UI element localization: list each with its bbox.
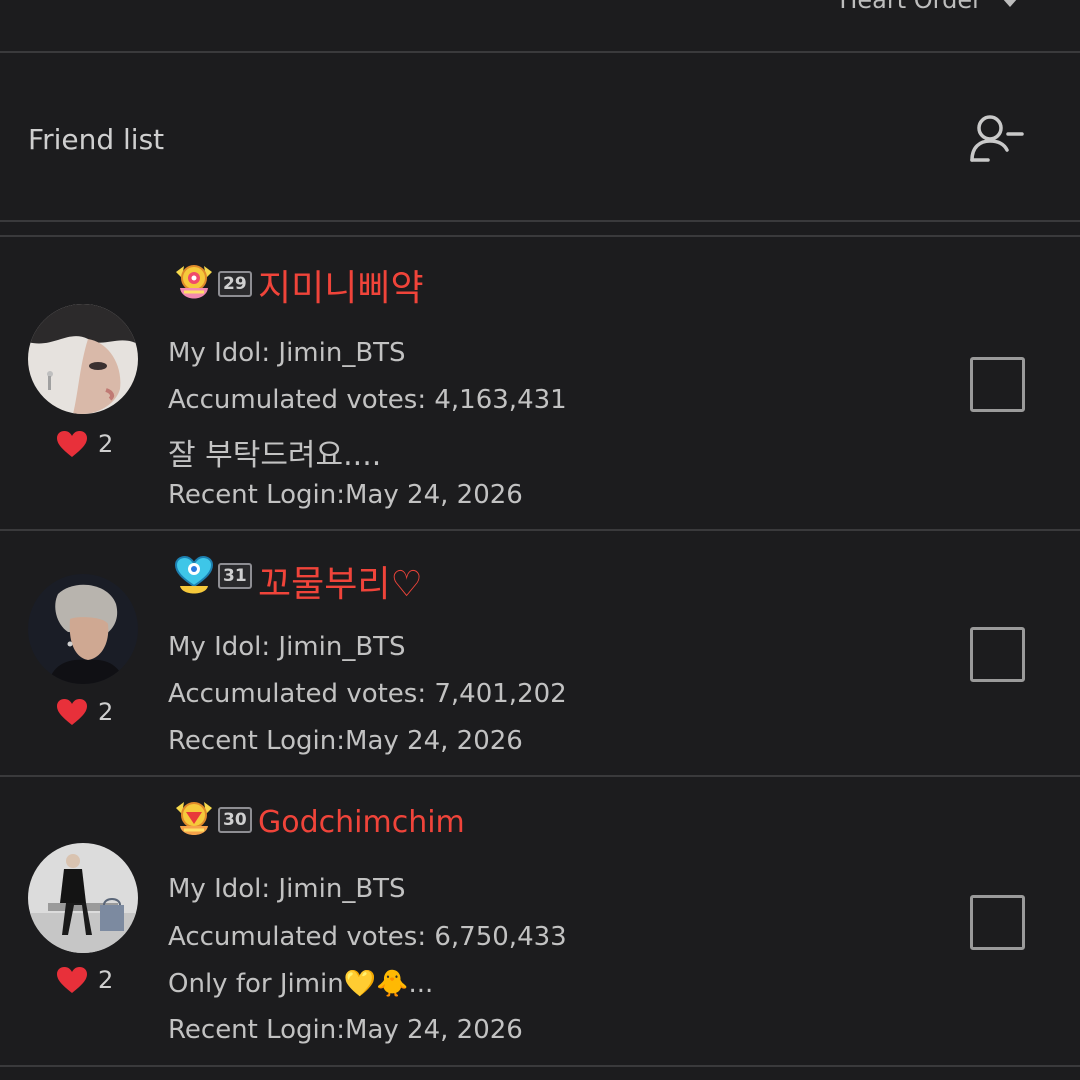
friend-row[interactable]: 2 29 지미니삐약 My Idol: Jimin_BTS Accumulate…: [0, 237, 1080, 531]
greeting-text: Only for Jimin💛🐥...: [168, 969, 434, 999]
nickname[interactable]: 꼬물부리♡: [258, 555, 423, 607]
crown-badge-icon: [176, 265, 212, 299]
recent-login-text: Recent Login:May 24, 2026: [168, 726, 523, 756]
heart-count-value: 2: [98, 698, 114, 726]
select-checkbox[interactable]: [970, 357, 1025, 412]
sort-label: Heart Order: [839, 0, 982, 14]
avatar[interactable]: [28, 843, 138, 953]
votes-text: Accumulated votes: 6,750,433: [168, 922, 567, 952]
idol-text: My Idol: Jimin_BTS: [168, 338, 406, 368]
crown-badge-icon: [176, 802, 212, 835]
votes-text: Accumulated votes: 4,163,431: [168, 385, 567, 415]
select-checkbox[interactable]: [970, 895, 1025, 950]
recent-login-text: Recent Login:May 24, 2026: [168, 480, 523, 510]
level-badge: 30: [172, 798, 252, 842]
heart-count: 2: [56, 430, 113, 458]
heart-count: 2: [56, 966, 113, 994]
level-number: 31: [218, 563, 252, 589]
sort-dropdown[interactable]: Heart Order: [839, 0, 1018, 14]
heart-count-value: 2: [98, 430, 114, 458]
friend-row[interactable]: 2 31 꼬물부리♡ My Idol: Jimin_BTS Accumulate…: [0, 531, 1080, 777]
level-number: 30: [218, 807, 252, 833]
votes-text: Accumulated votes: 7,401,202: [168, 679, 567, 709]
idol-text: My Idol: Jimin_BTS: [168, 632, 406, 662]
heart-count: 2: [56, 698, 113, 726]
nickname[interactable]: Godchimchim: [258, 805, 465, 840]
greeting-text: 잘 부탁드려요....: [168, 438, 382, 473]
heart-badge-icon: [174, 555, 214, 594]
friend-list-bar: Friend list: [0, 53, 1080, 222]
heart-icon: [57, 431, 87, 457]
select-checkbox[interactable]: [970, 627, 1025, 682]
remove-friend-icon[interactable]: [966, 110, 1026, 170]
level-number: 29: [218, 271, 252, 297]
idol-text: My Idol: Jimin_BTS: [168, 874, 406, 904]
heart-icon: [57, 967, 87, 993]
heart-icon: [57, 699, 87, 725]
heart-count-value: 2: [98, 966, 114, 994]
avatar[interactable]: [28, 304, 138, 414]
chevron-down-icon: [1002, 0, 1018, 7]
level-badge: 31: [172, 554, 252, 598]
nickname[interactable]: 지미니삐약: [258, 259, 424, 311]
friend-row[interactable]: 2 30 Godchimchim My Idol: Jimin_BTS Accu…: [0, 777, 1080, 1067]
friend-list-title: Friend list: [28, 123, 165, 156]
level-badge: 29: [172, 262, 252, 306]
recent-login-text: Recent Login:May 24, 2026: [168, 1015, 523, 1045]
avatar[interactable]: [28, 574, 138, 684]
top-bar: Heart Order: [0, 0, 1080, 53]
